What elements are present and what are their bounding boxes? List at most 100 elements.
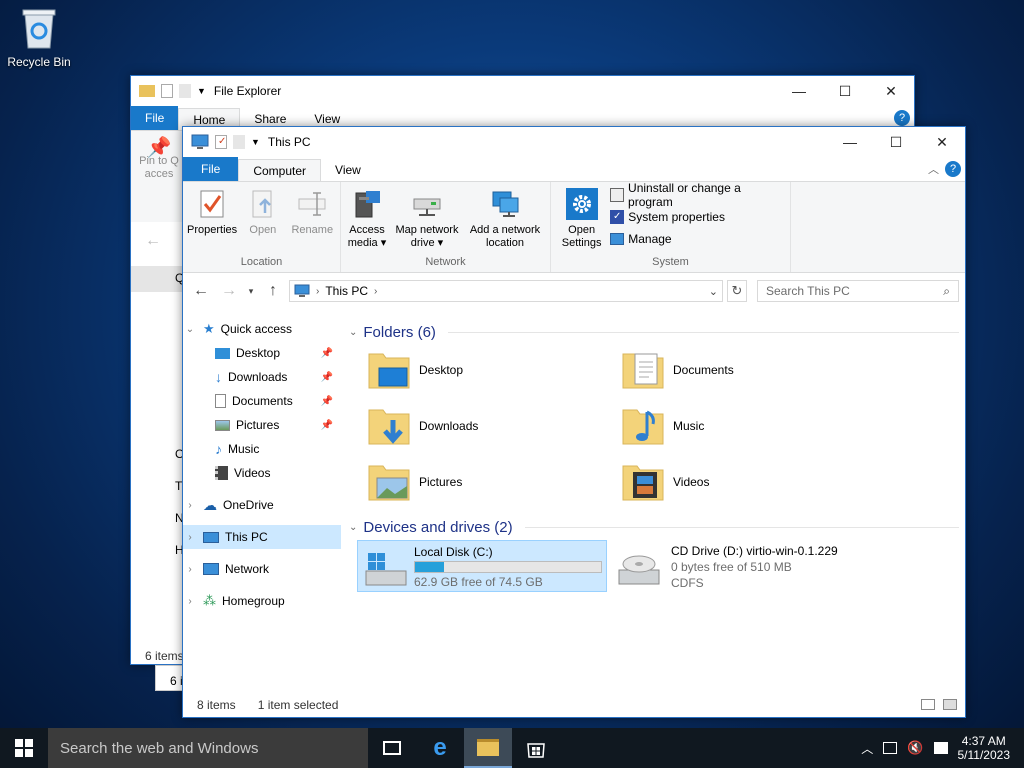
new-folder-qat-icon[interactable] [233, 135, 245, 149]
file-explorer-taskbar-button[interactable] [464, 728, 512, 768]
back-nav-arrow[interactable]: ← [145, 232, 161, 250]
store-button[interactable] [512, 728, 560, 768]
nav-network[interactable]: › Network [183, 557, 341, 581]
nav-documents-label: Documents [232, 394, 293, 408]
taskbar-search-placeholder: Search the web and Windows [60, 739, 259, 757]
location-group: Properties Open Rename Location [183, 182, 341, 272]
folder-downloads[interactable]: Downloads [367, 401, 607, 451]
drive-c[interactable]: Local Disk (C:) 62.9 GB free of 74.5 GB [357, 540, 607, 592]
details-view-icon[interactable] [921, 699, 935, 710]
open-settings-button[interactable]: Open Settings [559, 188, 604, 256]
uninstall-program-button[interactable]: Uninstall or change a program [610, 181, 786, 209]
document-icon [215, 394, 226, 408]
breadcrumb-sep-icon[interactable]: › [374, 286, 377, 297]
nav-quick-access[interactable]: ⌄ ★ Quick access [183, 317, 341, 341]
nav-desktop[interactable]: Desktop 📌 [183, 341, 341, 365]
network-drive-icon [411, 188, 443, 220]
collapsed-chevron-icon[interactable]: › [183, 596, 197, 607]
help-icon[interactable]: ? [894, 110, 910, 126]
new-folder-qat-icon[interactable] [179, 84, 191, 98]
folder-documents[interactable]: Documents [621, 345, 861, 395]
access-media-button[interactable]: Access media ▾ [345, 188, 389, 256]
maximize-button[interactable]: ☐ [822, 76, 868, 106]
section-chevron-icon[interactable]: ⌄ [349, 522, 357, 533]
properties-button[interactable]: Properties [187, 188, 237, 256]
qat-dropdown-icon[interactable]: ▼ [251, 137, 260, 147]
large-icons-view-icon[interactable] [943, 699, 957, 710]
collapse-ribbon-icon[interactable]: ︿ [928, 161, 939, 177]
collapsed-chevron-icon[interactable]: › [183, 500, 197, 511]
pin-quick-access-button[interactable]: 📌 Pin to Q acces [139, 138, 179, 181]
properties-qat-icon[interactable] [161, 84, 173, 98]
taskbar-search-input[interactable]: Search the web and Windows [48, 728, 368, 768]
properties-qat-icon[interactable]: ✓ [215, 135, 227, 149]
map-network-drive-button[interactable]: Map network drive ▾ [391, 188, 463, 256]
nav-pictures[interactable]: Pictures 📌 [183, 413, 341, 437]
back-arrow-icon[interactable]: ← [189, 282, 213, 300]
tab-file[interactable]: File [131, 106, 179, 130]
open-button[interactable]: Open [239, 188, 286, 256]
nav-homegroup[interactable]: › ⁂ Homegroup [183, 589, 341, 613]
folder-videos[interactable]: Videos [621, 457, 861, 507]
folders-section-header[interactable]: ⌄ Folders (6) [349, 321, 959, 343]
refresh-icon[interactable]: ↻ [727, 280, 747, 302]
back-titlebar[interactable]: ▼ File Explorer — ☐ ✕ [131, 76, 914, 106]
section-chevron-icon[interactable]: ⌄ [349, 327, 357, 338]
nav-videos[interactable]: Videos [183, 461, 341, 485]
nav-onedrive[interactable]: › ☁ OneDrive [183, 493, 341, 517]
forward-arrow-icon[interactable]: → [217, 282, 241, 300]
this-pc-window[interactable]: ✓ ▼ This PC — ☐ ✕ File Computer View ︿ ?… [182, 126, 966, 718]
nav-music[interactable]: ♪ Music [183, 437, 341, 461]
start-button[interactable] [0, 728, 48, 768]
breadcrumb-this-pc[interactable]: This PC [325, 284, 368, 298]
minimize-button[interactable]: — [776, 76, 822, 106]
expanded-chevron-icon[interactable]: ⌄ [183, 324, 197, 335]
system-properties-button[interactable]: ✓ System properties [610, 206, 786, 228]
nav-documents[interactable]: Documents 📌 [183, 389, 341, 413]
collapsed-chevron-icon[interactable]: › [183, 532, 197, 543]
devices-section-header[interactable]: ⌄ Devices and drives (2) [349, 516, 959, 538]
qat-dropdown-icon[interactable]: ▼ [197, 86, 206, 96]
folder-desktop[interactable]: Desktop [367, 345, 607, 395]
show-hidden-icons-chevron[interactable]: ︿ [861, 740, 873, 757]
search-input[interactable]: Search This PC ⌕ [757, 280, 959, 302]
titlebar[interactable]: ✓ ▼ This PC — ☐ ✕ [183, 127, 965, 157]
nav-downloads[interactable]: ↓ Downloads 📌 [183, 365, 341, 389]
address-bar[interactable]: › This PC › ⌄ [289, 280, 723, 302]
maximize-button[interactable]: ☐ [873, 127, 919, 157]
close-button[interactable]: ✕ [868, 76, 914, 106]
volume-muted-icon[interactable]: 🔇 [907, 740, 923, 756]
address-dropdown-icon[interactable]: ⌄ [709, 285, 718, 298]
nav-this-pc[interactable]: › This PC [183, 525, 341, 549]
location-group-label: Location [240, 256, 283, 268]
clock[interactable]: 4:37 AM 5/11/2023 [958, 734, 1011, 762]
manage-button[interactable]: Manage [610, 228, 786, 250]
folder-pictures[interactable]: Pictures [367, 457, 607, 507]
recent-locations-icon[interactable]: ▾ [245, 286, 257, 297]
tab-computer[interactable]: Computer [238, 159, 322, 181]
breadcrumb-sep-icon[interactable]: › [316, 286, 319, 297]
task-view-button[interactable] [368, 728, 416, 768]
edge-button[interactable]: e [416, 728, 464, 768]
drive-d[interactable]: CD Drive (D:) virtio-win-0.1.229 0 bytes… [611, 540, 911, 592]
action-center-icon[interactable] [933, 742, 948, 754]
content-pane: ⌄ Folders (6) Desktop Documents Download… [349, 311, 959, 693]
up-arrow-icon[interactable]: ↑ [261, 282, 285, 300]
nav-desktop-label: Desktop [236, 346, 281, 360]
tab-view[interactable]: View [321, 159, 375, 181]
close-button[interactable]: ✕ [919, 127, 965, 157]
nav-network-label: Network [225, 562, 270, 576]
rename-button[interactable]: Rename [289, 188, 336, 256]
documents-folder-icon [621, 348, 665, 392]
add-network-location-button[interactable]: Add a network location [465, 188, 545, 256]
network-status-icon[interactable] [883, 742, 898, 754]
minimize-button[interactable]: — [827, 127, 873, 157]
recycle-bin-shortcut[interactable]: Recycle Bin [4, 6, 74, 69]
access-media-label-2: media ▾ [347, 237, 387, 249]
collapsed-chevron-icon[interactable]: › [183, 564, 197, 575]
tab-file[interactable]: File [183, 157, 239, 181]
status-bar: 8 items 1 item selected [183, 693, 965, 717]
uninstall-label: Uninstall or change a program [628, 181, 741, 209]
help-icon[interactable]: ? [945, 161, 961, 177]
folder-music[interactable]: Music [621, 401, 861, 451]
